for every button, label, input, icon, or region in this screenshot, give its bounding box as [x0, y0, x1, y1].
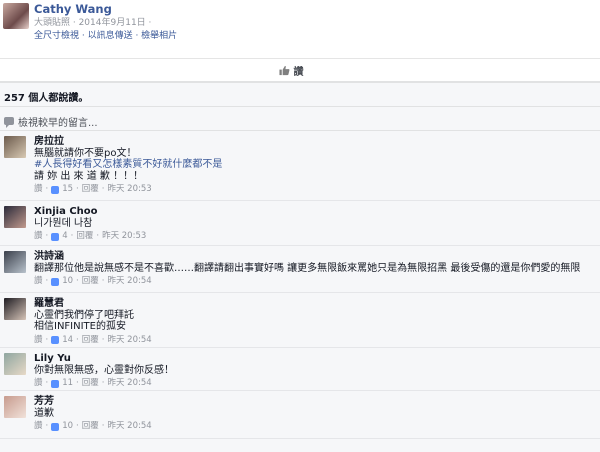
commenter-avatar[interactable]	[4, 396, 26, 418]
like-button[interactable]: 讚	[0, 58, 600, 82]
like-count-icon	[51, 277, 60, 286]
comment-meta: 讚 · 11 · 回覆 · 昨天 20:54	[34, 378, 152, 390]
comment-timestamp[interactable]: 昨天 20:53	[102, 231, 146, 243]
comment-text: 니가뭔데 나참	[34, 217, 93, 229]
comment-meta: 讚 · 10 · 回覆 · 昨天 20:54	[34, 421, 152, 433]
comment-like-link[interactable]: 讚	[34, 231, 43, 243]
reply-link[interactable]: 回覆	[82, 276, 99, 288]
like-count[interactable]: 15	[62, 184, 73, 196]
comment-meta: 讚 · 4 · 回覆 · 昨天 20:53	[34, 231, 147, 243]
reply-link[interactable]: 回覆	[76, 231, 93, 243]
commenter-avatar[interactable]	[4, 136, 26, 158]
reply-link[interactable]: 回覆	[82, 184, 99, 196]
comment-bubble-icon	[4, 117, 14, 128]
reply-link[interactable]: 回覆	[82, 421, 99, 433]
thumbs-up-icon	[278, 65, 289, 75]
view-previous-label[interactable]: 檢視較早的留言...	[18, 114, 98, 129]
like-label: 讚	[293, 66, 304, 78]
comment-text: 翻譯那位他是說無感不是不喜歡……翻譯請翻出事實好嗎 讓更多無限飯來罵她只是為無限…	[34, 262, 581, 274]
comment-like-link[interactable]: 讚	[34, 378, 43, 390]
comment-text: 你對無限無感，心靈對你反感！	[34, 364, 174, 376]
like-count[interactable]: 10	[62, 421, 73, 433]
comment-timestamp[interactable]: 昨天 20:53	[107, 184, 151, 196]
comment-like-link[interactable]: 讚	[34, 421, 43, 433]
like-count-icon	[51, 422, 60, 431]
commenter-avatar[interactable]	[4, 251, 26, 273]
comment-meta: 讚 · 10 · 回覆 · 昨天 20:54	[34, 276, 152, 288]
comment-meta: 讚 · 14 · 回覆 · 昨天 20:54	[34, 334, 152, 347]
comment-item: 洪詩涵 翻譯那位他是說無感不是不喜歡……翻譯請翻出事實好嗎 讓更多無限飯來罵她只是…	[0, 246, 600, 293]
comment-timestamp[interactable]: 昨天 20:54	[107, 276, 151, 288]
like-count[interactable]: 14	[62, 335, 73, 347]
comment-text: 請 妳 出 來 道 歉 ！！！	[34, 170, 144, 182]
comment-text[interactable]: #人長得好看又怎樣素質不好就什麼都不是	[34, 159, 222, 171]
like-count-icon	[51, 185, 60, 194]
comment-item: Xinjia Choo 니가뭔데 나참 讚 · 4 · 回覆 · 昨天 20:53	[0, 201, 600, 246]
commenter-name[interactable]: Lily Yu	[34, 353, 174, 365]
commenter-name[interactable]: 羅慧君	[34, 298, 152, 310]
comment-text: 心靈們我們停了吧拜託	[34, 309, 134, 321]
comment-timestamp[interactable]: 昨天 20:54	[107, 421, 151, 433]
reply-link[interactable]: 回覆	[82, 335, 99, 347]
view-previous-comments[interactable]: 檢視較早的留言...	[0, 107, 600, 131]
like-count[interactable]: 4	[62, 231, 67, 243]
commenter-avatar[interactable]	[4, 353, 26, 375]
comment-item: 羅慧君 心靈們我們停了吧拜託 相信INFINITE的孤安讚 · 14 · 回覆 · …	[0, 293, 600, 348]
comment-text: 無腦就請你不要po文！	[34, 147, 137, 159]
post-header: Cathy Wang 大頭貼照 · 2014年9月11日 · 全尺寸檢視 · 以…	[0, 0, 600, 58]
photo-links[interactable]: 全尺寸檢視 · 以訊息傳送 · 檢舉相片	[34, 30, 177, 42]
reply-link[interactable]: 回覆	[82, 378, 99, 390]
likes-summary[interactable]: 257 個人都說讚。	[0, 83, 600, 107]
comment-like-link[interactable]: 讚	[34, 184, 43, 196]
comment-like-link[interactable]: 讚	[34, 335, 43, 347]
commenter-name[interactable]: 芳芳	[34, 396, 152, 408]
like-count-icon	[51, 379, 60, 388]
author-avatar[interactable]	[3, 3, 29, 29]
comment-like-link[interactable]: 讚	[34, 276, 43, 288]
comment-item: 房拉拉 無腦就請你不要po文！ #人長得好看又怎樣素質不好就什麼都不是請 妳 出 來…	[0, 131, 600, 201]
like-count[interactable]: 10	[62, 276, 73, 288]
comment-timestamp[interactable]: 昨天 20:54	[107, 378, 151, 390]
comments-section: 257 個人都說讚。 檢視較早的留言... 房拉拉 無腦就請你不要po文！ #人長得…	[0, 82, 600, 452]
comment-item: 芳芳 道歉讚 · 10 · 回覆 · 昨天 20:54	[0, 391, 600, 439]
like-count-icon	[51, 336, 60, 345]
commenter-avatar[interactable]	[4, 206, 26, 228]
post-meta: 大頭貼照 · 2014年9月11日 ·	[34, 18, 152, 28]
comment-text: 相信INFINITE的孤安	[34, 321, 126, 332]
commenter-name[interactable]: 洪詩涵	[34, 251, 580, 263]
author-name[interactable]: Cathy Wang	[34, 3, 177, 15]
comment-timestamp[interactable]: 昨天 20:54	[107, 335, 151, 347]
comment-text: 道歉	[34, 407, 54, 419]
commenter-avatar[interactable]	[4, 298, 26, 320]
commenter-name[interactable]: Xinjia Choo	[34, 206, 146, 218]
like-count-icon	[51, 232, 60, 241]
like-count[interactable]: 11	[62, 378, 73, 390]
comment-meta: 讚 · 15 · 回覆 · 昨天 20:53	[34, 184, 152, 196]
commenter-name[interactable]: 房拉拉	[34, 136, 222, 148]
comment-item: Lily Yu 你對無限無感，心靈對你反感！ 讚 · 11 · 回覆 · 昨天 20…	[0, 348, 600, 391]
